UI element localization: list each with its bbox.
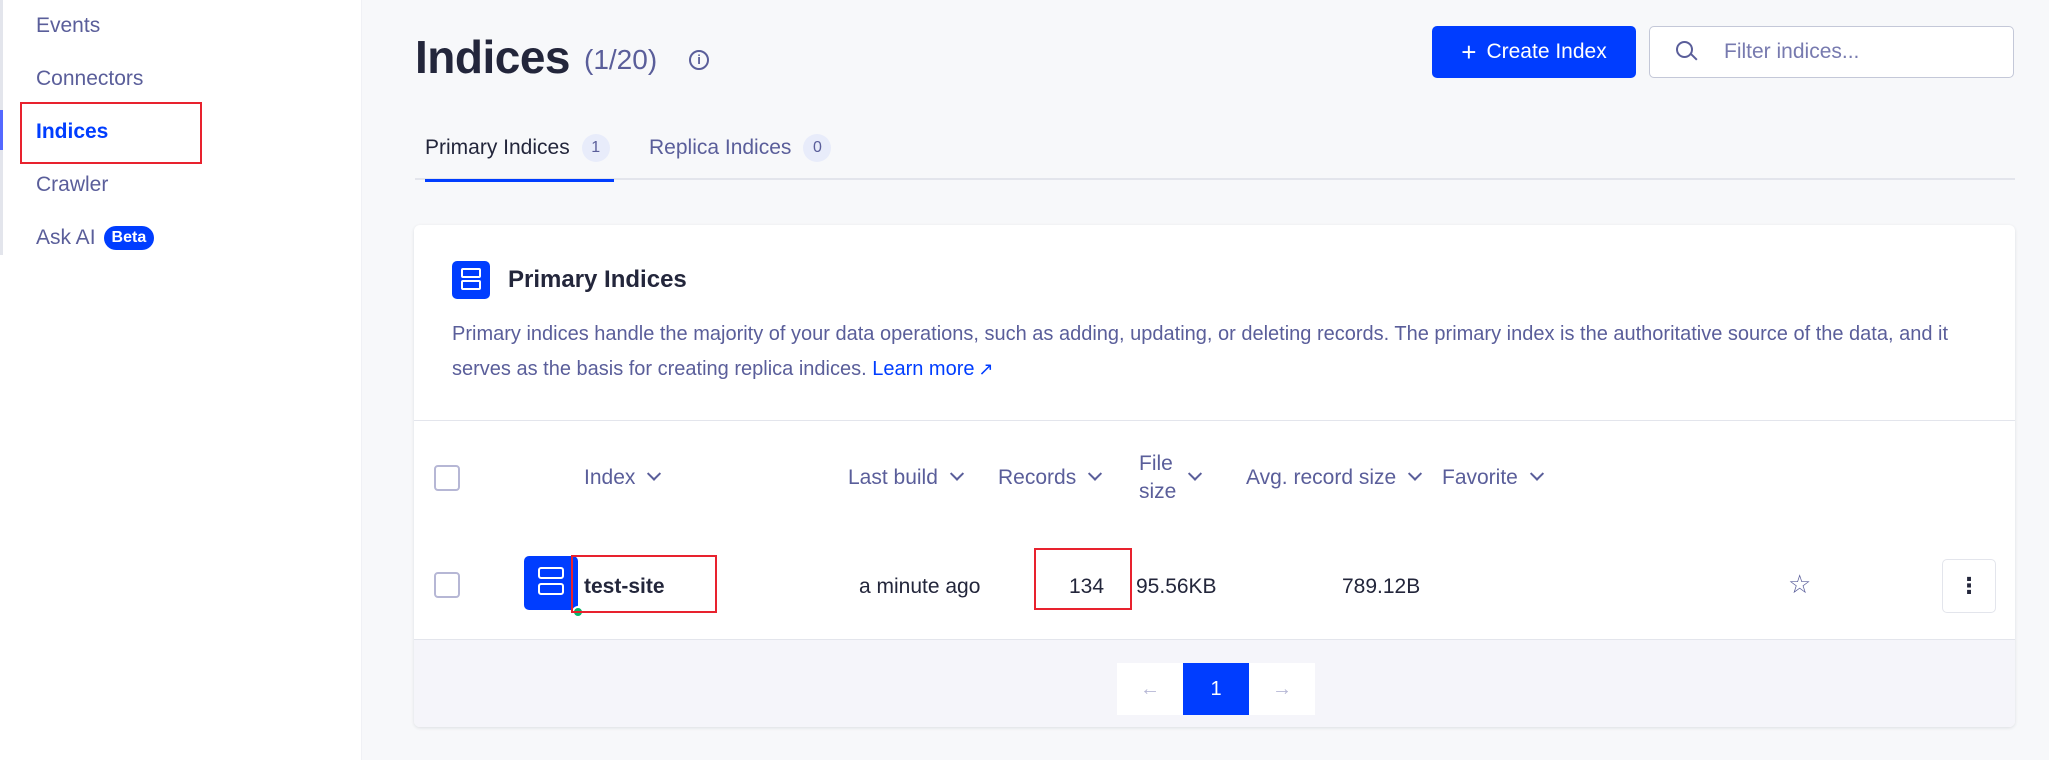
chevron-down-icon: [1188, 466, 1203, 481]
file-size-value: 95.56KB: [1136, 574, 1217, 598]
plus-icon: +: [1461, 37, 1477, 67]
column-header-records[interactable]: Records: [998, 421, 1103, 535]
column-header-avg-record-size[interactable]: Avg. record size: [1246, 421, 1423, 535]
pagination-bar: ← 1 →: [414, 639, 2015, 727]
tab-count-badge: 0: [803, 134, 832, 162]
column-header-last-build[interactable]: Last build: [848, 421, 964, 535]
chevron-down-icon: [1408, 466, 1423, 481]
server-icon: [452, 261, 490, 299]
index-icon: [524, 556, 578, 610]
column-header-file-size[interactable]: File size: [1139, 421, 1203, 535]
sidebar-item-events[interactable]: Events: [36, 6, 100, 46]
app-window: Events Connectors Indices Crawler Ask AI…: [0, 0, 2049, 760]
main-content: Indices (1/20) i + Create Index Primary …: [362, 0, 2049, 760]
highlight-box-indices: [20, 102, 202, 164]
search-icon: [1676, 41, 1698, 63]
card-title: Primary Indices: [508, 266, 687, 293]
create-index-label: Create Index: [1486, 40, 1607, 63]
chevron-down-icon: [647, 466, 662, 481]
row-actions-menu-button[interactable]: ⋮: [1942, 559, 1996, 613]
page-title: Indices: [415, 31, 571, 83]
select-all-checkbox[interactable]: [434, 465, 460, 491]
create-index-button[interactable]: + Create Index: [1432, 26, 1636, 78]
learn-more-label: Learn more: [872, 358, 975, 380]
highlight-box-index-name: [571, 555, 717, 613]
page-button-current[interactable]: 1: [1183, 663, 1249, 715]
tab-replica-indices[interactable]: Replica Indices 0: [649, 116, 832, 180]
info-icon[interactable]: i: [689, 50, 709, 70]
beta-badge: Beta: [103, 226, 155, 251]
sidebar-item-label: Ask AI: [36, 226, 96, 249]
primary-indices-card: Primary Indices Primary indices handle t…: [414, 225, 2015, 727]
chevron-down-icon: [1529, 466, 1544, 481]
column-header-favorite[interactable]: Favorite: [1442, 421, 1544, 535]
column-label: Favorite: [1442, 466, 1518, 489]
tab-count-badge: 1: [581, 134, 610, 162]
learn-more-link[interactable]: Learn more ↗: [872, 358, 993, 380]
table-row[interactable]: test-site a minute ago 134 95.56KB 789.1…: [414, 534, 2015, 639]
sidebar-active-indicator: [0, 110, 3, 150]
column-label: Records: [998, 466, 1077, 489]
filter-indices-input[interactable]: [1724, 40, 1984, 64]
highlight-box-records: [1034, 548, 1132, 610]
column-label: Avg. record size: [1246, 466, 1397, 489]
previous-page-button[interactable]: ←: [1117, 663, 1183, 715]
sidebar-item-connectors[interactable]: Connectors: [36, 59, 143, 99]
pagination: ← 1 →: [1117, 663, 1315, 715]
description-text: Primary indices handle the majority of y…: [452, 323, 1949, 380]
column-header-index[interactable]: Index: [584, 421, 662, 535]
next-page-button[interactable]: →: [1249, 663, 1315, 715]
star-icon[interactable]: ☆: [1788, 569, 1811, 600]
sidebar-item-crawler[interactable]: Crawler: [36, 165, 108, 205]
sidebar-item-ask-ai[interactable]: Ask AI Beta: [36, 218, 155, 258]
column-label-line: File: [1139, 452, 1173, 475]
card-description: Primary indices handle the majority of y…: [452, 317, 1982, 387]
row-checkbox[interactable]: [434, 572, 460, 598]
chevron-down-icon: [949, 466, 964, 481]
index-tabs: Primary Indices 1 Replica Indices 0: [415, 116, 2015, 182]
card-header: Primary Indices Primary indices handle t…: [414, 225, 2015, 420]
avg-record-size-value: 789.12B: [1342, 574, 1421, 598]
tab-label: Primary Indices: [425, 136, 570, 159]
column-label: File size: [1139, 450, 1176, 506]
column-label-line: size: [1139, 480, 1177, 503]
chevron-down-icon: [1088, 466, 1103, 481]
sidebar: Events Connectors Indices Crawler Ask AI…: [0, 0, 362, 760]
tab-label: Replica Indices: [649, 136, 792, 159]
column-label: Last build: [848, 466, 938, 489]
table-header: Index Last build Records File size Avg. …: [414, 420, 2015, 534]
last-build-value: a minute ago: [859, 574, 981, 598]
index-count: (1/20): [584, 44, 658, 75]
column-label: Index: [584, 466, 636, 489]
tab-primary-indices[interactable]: Primary Indices 1: [425, 116, 614, 182]
filter-box: [1649, 26, 2014, 78]
external-link-icon: ↗: [978, 359, 994, 379]
